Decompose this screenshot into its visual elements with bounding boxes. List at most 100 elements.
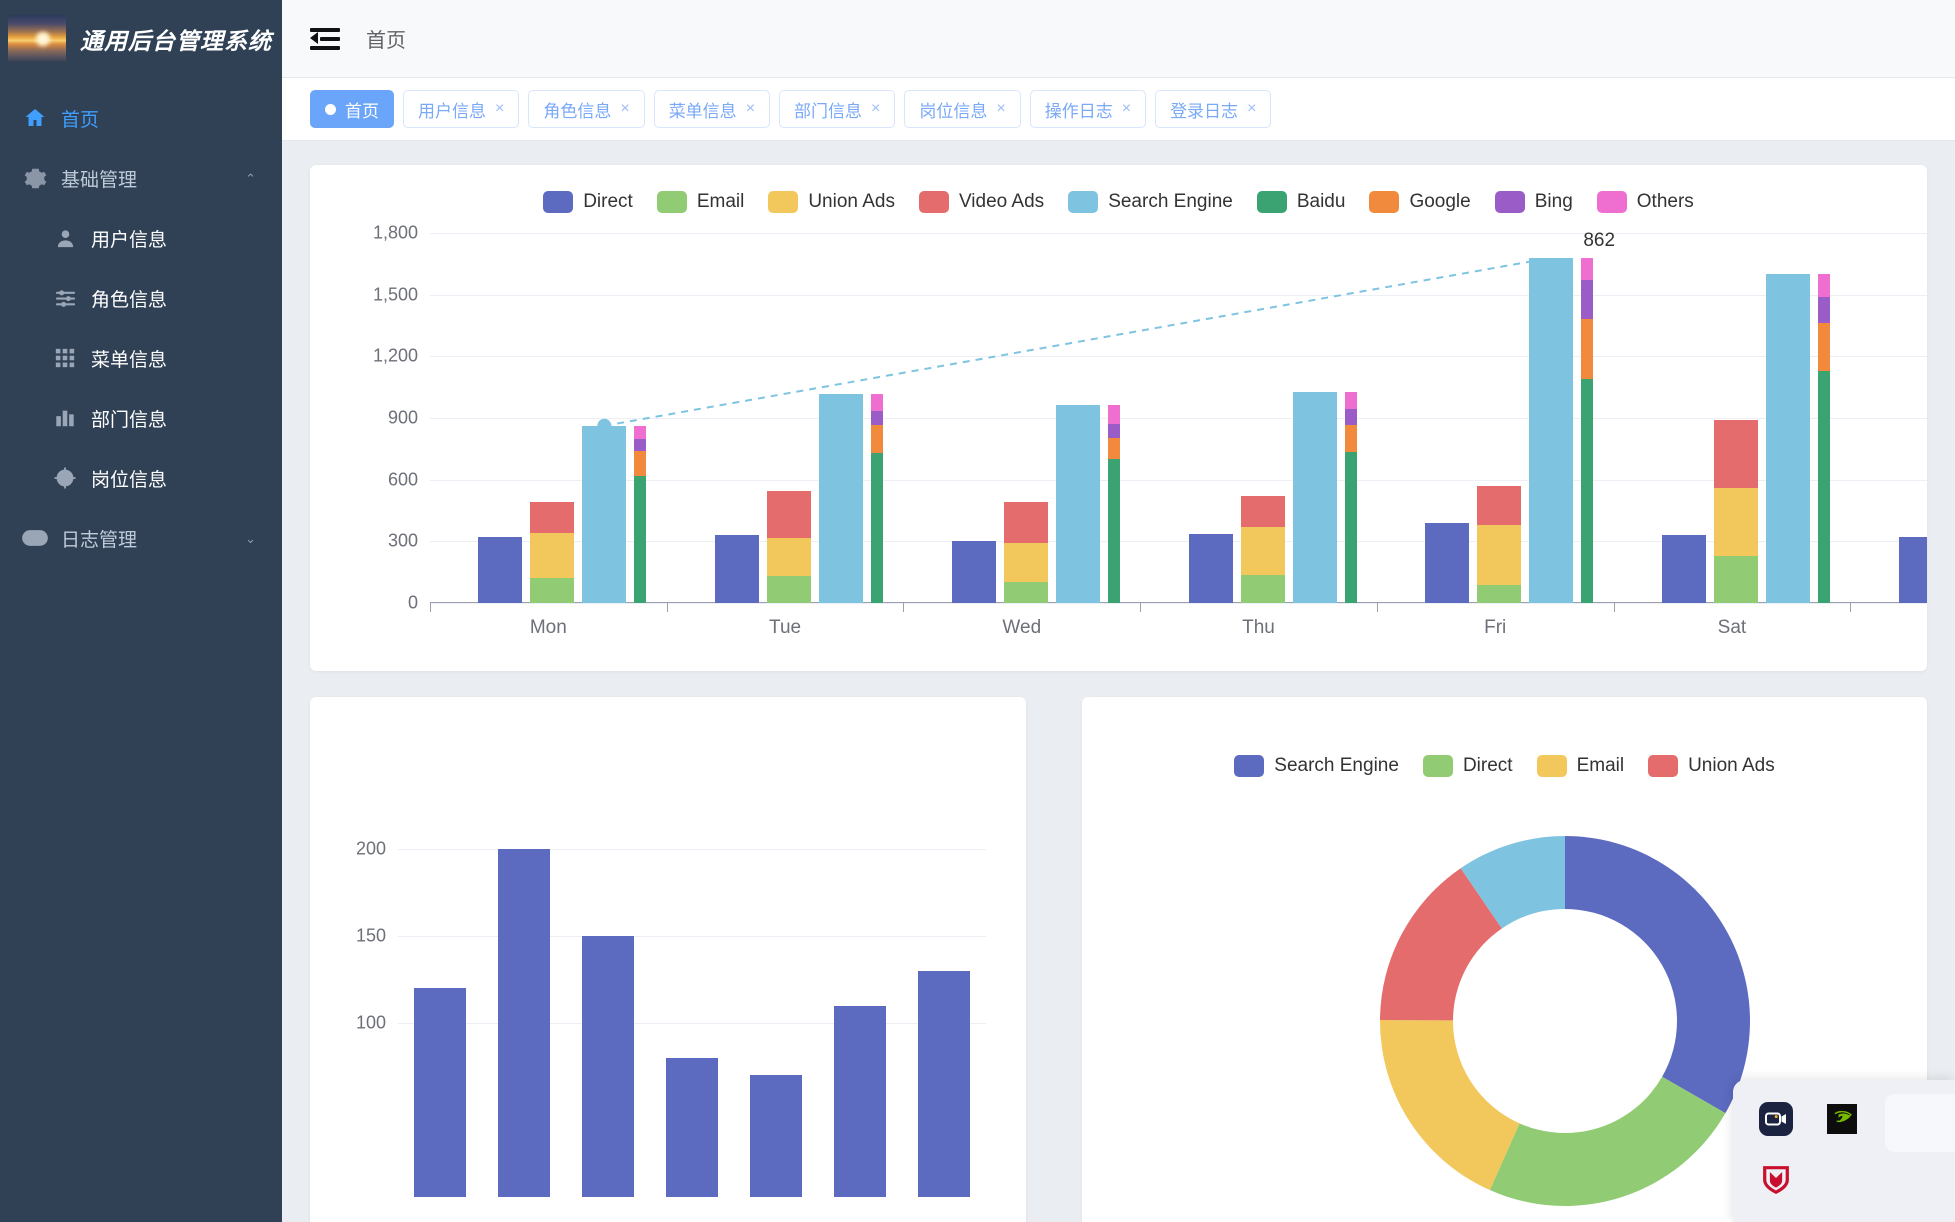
- mcafee-shield-icon[interactable]: [1759, 1162, 1793, 1196]
- bar-segment[interactable]: [1581, 319, 1593, 379]
- bar-segment[interactable]: [1714, 420, 1758, 488]
- tab-position-info[interactable]: 岗位信息 ×: [904, 90, 1020, 128]
- bar[interactable]: [918, 971, 970, 1197]
- bar-segment[interactable]: [1818, 274, 1830, 297]
- bar-segment[interactable]: [634, 451, 646, 476]
- legend-item[interactable]: Direct: [543, 191, 633, 213]
- bar[interactable]: [715, 535, 759, 603]
- bar-segment[interactable]: [1581, 258, 1593, 280]
- collapse-menu-icon[interactable]: [310, 26, 340, 52]
- bar-segment[interactable]: [1108, 459, 1120, 603]
- donut-slice[interactable]: [1565, 836, 1750, 1113]
- bar-segment[interactable]: [1581, 379, 1593, 603]
- legend-item[interactable]: Others: [1597, 191, 1694, 213]
- bar-segment[interactable]: [871, 411, 883, 426]
- bar-segment[interactable]: [1425, 523, 1469, 603]
- bar-segment[interactable]: [871, 453, 883, 603]
- donut-slice[interactable]: [1380, 1020, 1520, 1190]
- legend-item[interactable]: Email: [1537, 755, 1625, 777]
- bar[interactable]: [1581, 258, 1593, 603]
- bar[interactable]: [1241, 496, 1285, 603]
- close-icon[interactable]: ×: [746, 100, 755, 118]
- bar-segment[interactable]: [1818, 371, 1830, 603]
- bar-segment[interactable]: [819, 394, 863, 603]
- donut-slice[interactable]: [1489, 1077, 1725, 1206]
- bar-segment[interactable]: [1477, 486, 1521, 525]
- tab-role-info[interactable]: 角色信息 ×: [528, 90, 644, 128]
- bar-segment[interactable]: [1108, 424, 1120, 439]
- legend-item[interactable]: Video Ads: [919, 191, 1044, 213]
- sidebar-item-departments[interactable]: 部门信息: [0, 388, 282, 448]
- tab-operation-log[interactable]: 操作日志 ×: [1030, 90, 1146, 128]
- bar-segment[interactable]: [767, 491, 811, 539]
- bar[interactable]: [1425, 523, 1469, 603]
- chevron-up-icon[interactable]: ⌃: [245, 172, 256, 185]
- bar-segment[interactable]: [634, 476, 646, 603]
- tab-user-info[interactable]: 用户信息 ×: [403, 90, 519, 128]
- close-icon[interactable]: ×: [996, 100, 1005, 118]
- legend-item[interactable]: Google: [1369, 191, 1470, 213]
- bar-segment[interactable]: [530, 502, 574, 533]
- legend-item[interactable]: Bing: [1495, 191, 1573, 213]
- close-icon[interactable]: ×: [1247, 100, 1256, 118]
- bar-segment[interactable]: [1189, 534, 1233, 603]
- bar[interactable]: [582, 936, 634, 1197]
- bar-segment[interactable]: [1477, 525, 1521, 585]
- tab-login-log[interactable]: 登录日志 ×: [1155, 90, 1271, 128]
- bar-segment[interactable]: [1004, 543, 1048, 582]
- bar-segment[interactable]: [634, 426, 646, 439]
- legend-item[interactable]: Email: [657, 191, 745, 213]
- bar[interactable]: [871, 394, 883, 603]
- bar[interactable]: [1818, 274, 1830, 603]
- bar[interactable]: [819, 394, 863, 603]
- sidebar-item-users[interactable]: 用户信息: [0, 208, 282, 268]
- bar-segment[interactable]: [1345, 425, 1357, 453]
- bar[interactable]: [498, 849, 550, 1197]
- sidebar-item-positions[interactable]: 岗位信息: [0, 448, 282, 508]
- legend-item[interactable]: Search Engine: [1234, 755, 1399, 777]
- bar-segment[interactable]: [1662, 535, 1706, 603]
- bar[interactable]: [767, 491, 811, 603]
- nvidia-icon[interactable]: [1825, 1102, 1859, 1136]
- bar-segment[interactable]: [767, 576, 811, 603]
- tab-menu-info[interactable]: 菜单信息 ×: [654, 90, 770, 128]
- tab-department-info[interactable]: 部门信息 ×: [779, 90, 895, 128]
- bar-segment[interactable]: [1899, 537, 1927, 603]
- bar-segment[interactable]: [1477, 585, 1521, 603]
- bar-segment[interactable]: [1056, 405, 1100, 603]
- close-icon[interactable]: ×: [495, 100, 504, 118]
- close-icon[interactable]: ×: [871, 100, 880, 118]
- sidebar-item-roles[interactable]: 角色信息: [0, 268, 282, 328]
- bar-segment[interactable]: [1818, 323, 1830, 370]
- bar[interactable]: [666, 1058, 718, 1197]
- bar[interactable]: [1056, 405, 1100, 603]
- close-icon[interactable]: ×: [620, 100, 629, 118]
- bar[interactable]: [1662, 535, 1706, 603]
- bar-segment[interactable]: [1345, 409, 1357, 424]
- bar-segment[interactable]: [1714, 488, 1758, 556]
- bar-segment[interactable]: [634, 439, 646, 451]
- bar-segment[interactable]: [1004, 582, 1048, 603]
- chevron-down-icon[interactable]: ⌄: [245, 532, 256, 545]
- video-camera-icon[interactable]: [1759, 1102, 1793, 1136]
- bar[interactable]: [1108, 405, 1120, 603]
- bar[interactable]: [1477, 486, 1521, 603]
- bar-segment[interactable]: [871, 394, 883, 411]
- bar-segment[interactable]: [871, 425, 883, 452]
- bar[interactable]: [1189, 534, 1233, 603]
- bar-segment[interactable]: [1004, 502, 1048, 543]
- bar-segment[interactable]: [1714, 556, 1758, 603]
- donut-chart-svg[interactable]: [1355, 811, 1775, 1222]
- bar-segment[interactable]: [582, 426, 626, 603]
- bar-segment[interactable]: [1529, 258, 1573, 603]
- bar[interactable]: [1766, 274, 1810, 603]
- bar-segment[interactable]: [1108, 438, 1120, 459]
- bar-segment[interactable]: [1345, 452, 1357, 603]
- bar[interactable]: [750, 1075, 802, 1197]
- legend-item[interactable]: Union Ads: [1648, 755, 1775, 777]
- bar-segment[interactable]: [530, 578, 574, 603]
- bar-segment[interactable]: [1766, 274, 1810, 603]
- sidebar-item-menus[interactable]: 菜单信息: [0, 328, 282, 388]
- bar[interactable]: [1529, 258, 1573, 603]
- bar[interactable]: [1899, 537, 1927, 603]
